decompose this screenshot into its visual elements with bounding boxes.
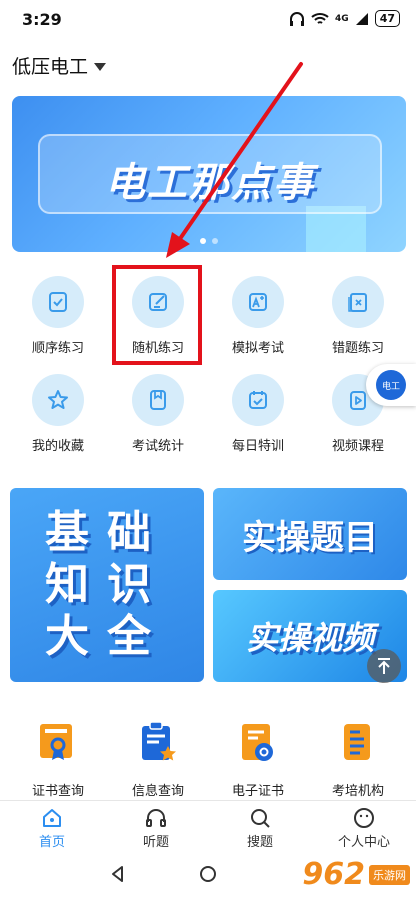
banner-title: 电工那点事 bbox=[105, 160, 315, 206]
tab-label: 搜题 bbox=[246, 835, 273, 850]
nav-back-button[interactable] bbox=[108, 864, 128, 888]
profile-icon bbox=[354, 808, 374, 828]
headphones-status-icon bbox=[290, 11, 305, 26]
grid-label: 顺序练习 bbox=[31, 341, 84, 356]
grid-label: 每日特训 bbox=[231, 439, 284, 454]
headphones-icon bbox=[146, 809, 166, 827]
ordered-list-icon bbox=[32, 276, 84, 328]
tool-label: 信息查询 bbox=[131, 784, 184, 799]
scroll-top-button[interactable] bbox=[367, 649, 401, 683]
network-label: 4G bbox=[335, 13, 349, 24]
card-basic-knowledge[interactable]: 基础知识大全 bbox=[10, 488, 204, 682]
grid-label: 考试统计 bbox=[131, 439, 184, 454]
status-bar: 3:29 4G 47 bbox=[0, 0, 416, 40]
grid-item-mock-exam[interactable]: 模拟考试 bbox=[213, 276, 303, 356]
banner-dot-active bbox=[200, 238, 206, 244]
banner-panel: 电工那点事 bbox=[38, 134, 382, 214]
tab-search[interactable]: 搜题 bbox=[215, 801, 305, 852]
floating-badge-logo: 电工 bbox=[376, 370, 406, 400]
back-triangle-icon bbox=[112, 866, 123, 882]
bookmark-icon bbox=[132, 374, 184, 426]
watermark-text: 乐游网 bbox=[369, 864, 410, 885]
tool-certificate-query[interactable]: 证书查询 bbox=[13, 720, 103, 799]
card-practice-video-title: 实操视频 bbox=[245, 619, 374, 657]
watermark: 962 乐游网 bbox=[302, 857, 410, 892]
signal-icon bbox=[355, 12, 368, 25]
search-icon bbox=[251, 809, 270, 828]
tool-label: 电子证书 bbox=[231, 784, 284, 799]
tab-label: 个人中心 bbox=[337, 835, 390, 850]
tool-label: 考培机构 bbox=[331, 784, 384, 799]
tools-row: 证书查询 信息查询 电子证书 考培机构 bbox=[0, 720, 416, 799]
practice-grid-row-2: 我的收藏 考试统计 每日特训 视频课程 bbox=[0, 374, 416, 454]
nav-home-button[interactable] bbox=[198, 864, 218, 888]
app-header: 低压电工 bbox=[0, 40, 416, 90]
card-basic-knowledge-title: 基础知识大全 bbox=[45, 507, 169, 662]
card-practice-questions-title: 实操题目 bbox=[242, 517, 378, 558]
highlight-box bbox=[112, 265, 202, 365]
tab-home[interactable]: 首页 bbox=[7, 801, 97, 852]
battery-indicator: 47 bbox=[374, 10, 400, 27]
tool-e-certificate[interactable]: 电子证书 bbox=[213, 720, 303, 799]
card-practice-questions[interactable]: 实操题目 bbox=[213, 488, 407, 580]
bottom-tab-bar: 首页 听题 搜题 个人中心 bbox=[0, 800, 416, 852]
banner-dot bbox=[212, 238, 218, 244]
status-icons: 4G 47 bbox=[289, 10, 400, 27]
tab-label: 听题 bbox=[142, 835, 169, 850]
home-circle-icon bbox=[200, 866, 216, 882]
star-icon bbox=[32, 374, 84, 426]
tool-training-institution[interactable]: 考培机构 bbox=[313, 720, 403, 799]
subject-selector[interactable]: 低压电工 bbox=[12, 52, 107, 79]
grid-item-exam-stats[interactable]: 考试统计 bbox=[113, 374, 203, 454]
grid-item-favorites[interactable]: 我的收藏 bbox=[13, 374, 103, 454]
banner-pagination bbox=[12, 238, 406, 244]
watermark-logo: 962 bbox=[302, 857, 365, 892]
chevron-down-icon bbox=[94, 62, 107, 71]
grid-label: 错题练习 bbox=[331, 341, 384, 356]
institution-icon bbox=[336, 720, 380, 770]
grid-item-ordered-practice[interactable]: 顺序练习 bbox=[13, 276, 103, 356]
wrong-book-icon bbox=[332, 276, 384, 328]
tab-profile[interactable]: 个人中心 bbox=[319, 801, 409, 852]
tab-label: 首页 bbox=[38, 835, 65, 850]
grid-label: 视频课程 bbox=[331, 439, 384, 454]
status-time: 3:29 bbox=[22, 10, 62, 29]
home-icon bbox=[43, 809, 61, 827]
certificate-icon bbox=[36, 720, 80, 770]
tab-listen[interactable]: 听题 bbox=[111, 801, 201, 852]
e-certificate-icon bbox=[236, 720, 280, 770]
grid-label: 我的收藏 bbox=[31, 439, 84, 454]
banner-carousel[interactable]: 电工那点事 bbox=[12, 96, 406, 252]
calendar-check-icon bbox=[232, 374, 284, 426]
arrow-up-icon bbox=[378, 658, 390, 674]
wifi-icon bbox=[311, 12, 329, 24]
clipboard-star-icon bbox=[136, 720, 180, 770]
grid-item-wrong-practice[interactable]: 错题练习 bbox=[313, 276, 403, 356]
tool-label: 证书查询 bbox=[31, 784, 84, 799]
practice-grid-row-1: 顺序练习 随机练习 模拟考试 错题练习 bbox=[0, 276, 416, 356]
a-plus-icon bbox=[232, 276, 284, 328]
grid-item-daily-training[interactable]: 每日特训 bbox=[213, 374, 303, 454]
page-title: 低压电工 bbox=[12, 56, 89, 78]
grid-label: 模拟考试 bbox=[231, 341, 284, 356]
floating-badge[interactable]: 电工 bbox=[366, 364, 416, 406]
tool-info-query[interactable]: 信息查询 bbox=[113, 720, 203, 799]
